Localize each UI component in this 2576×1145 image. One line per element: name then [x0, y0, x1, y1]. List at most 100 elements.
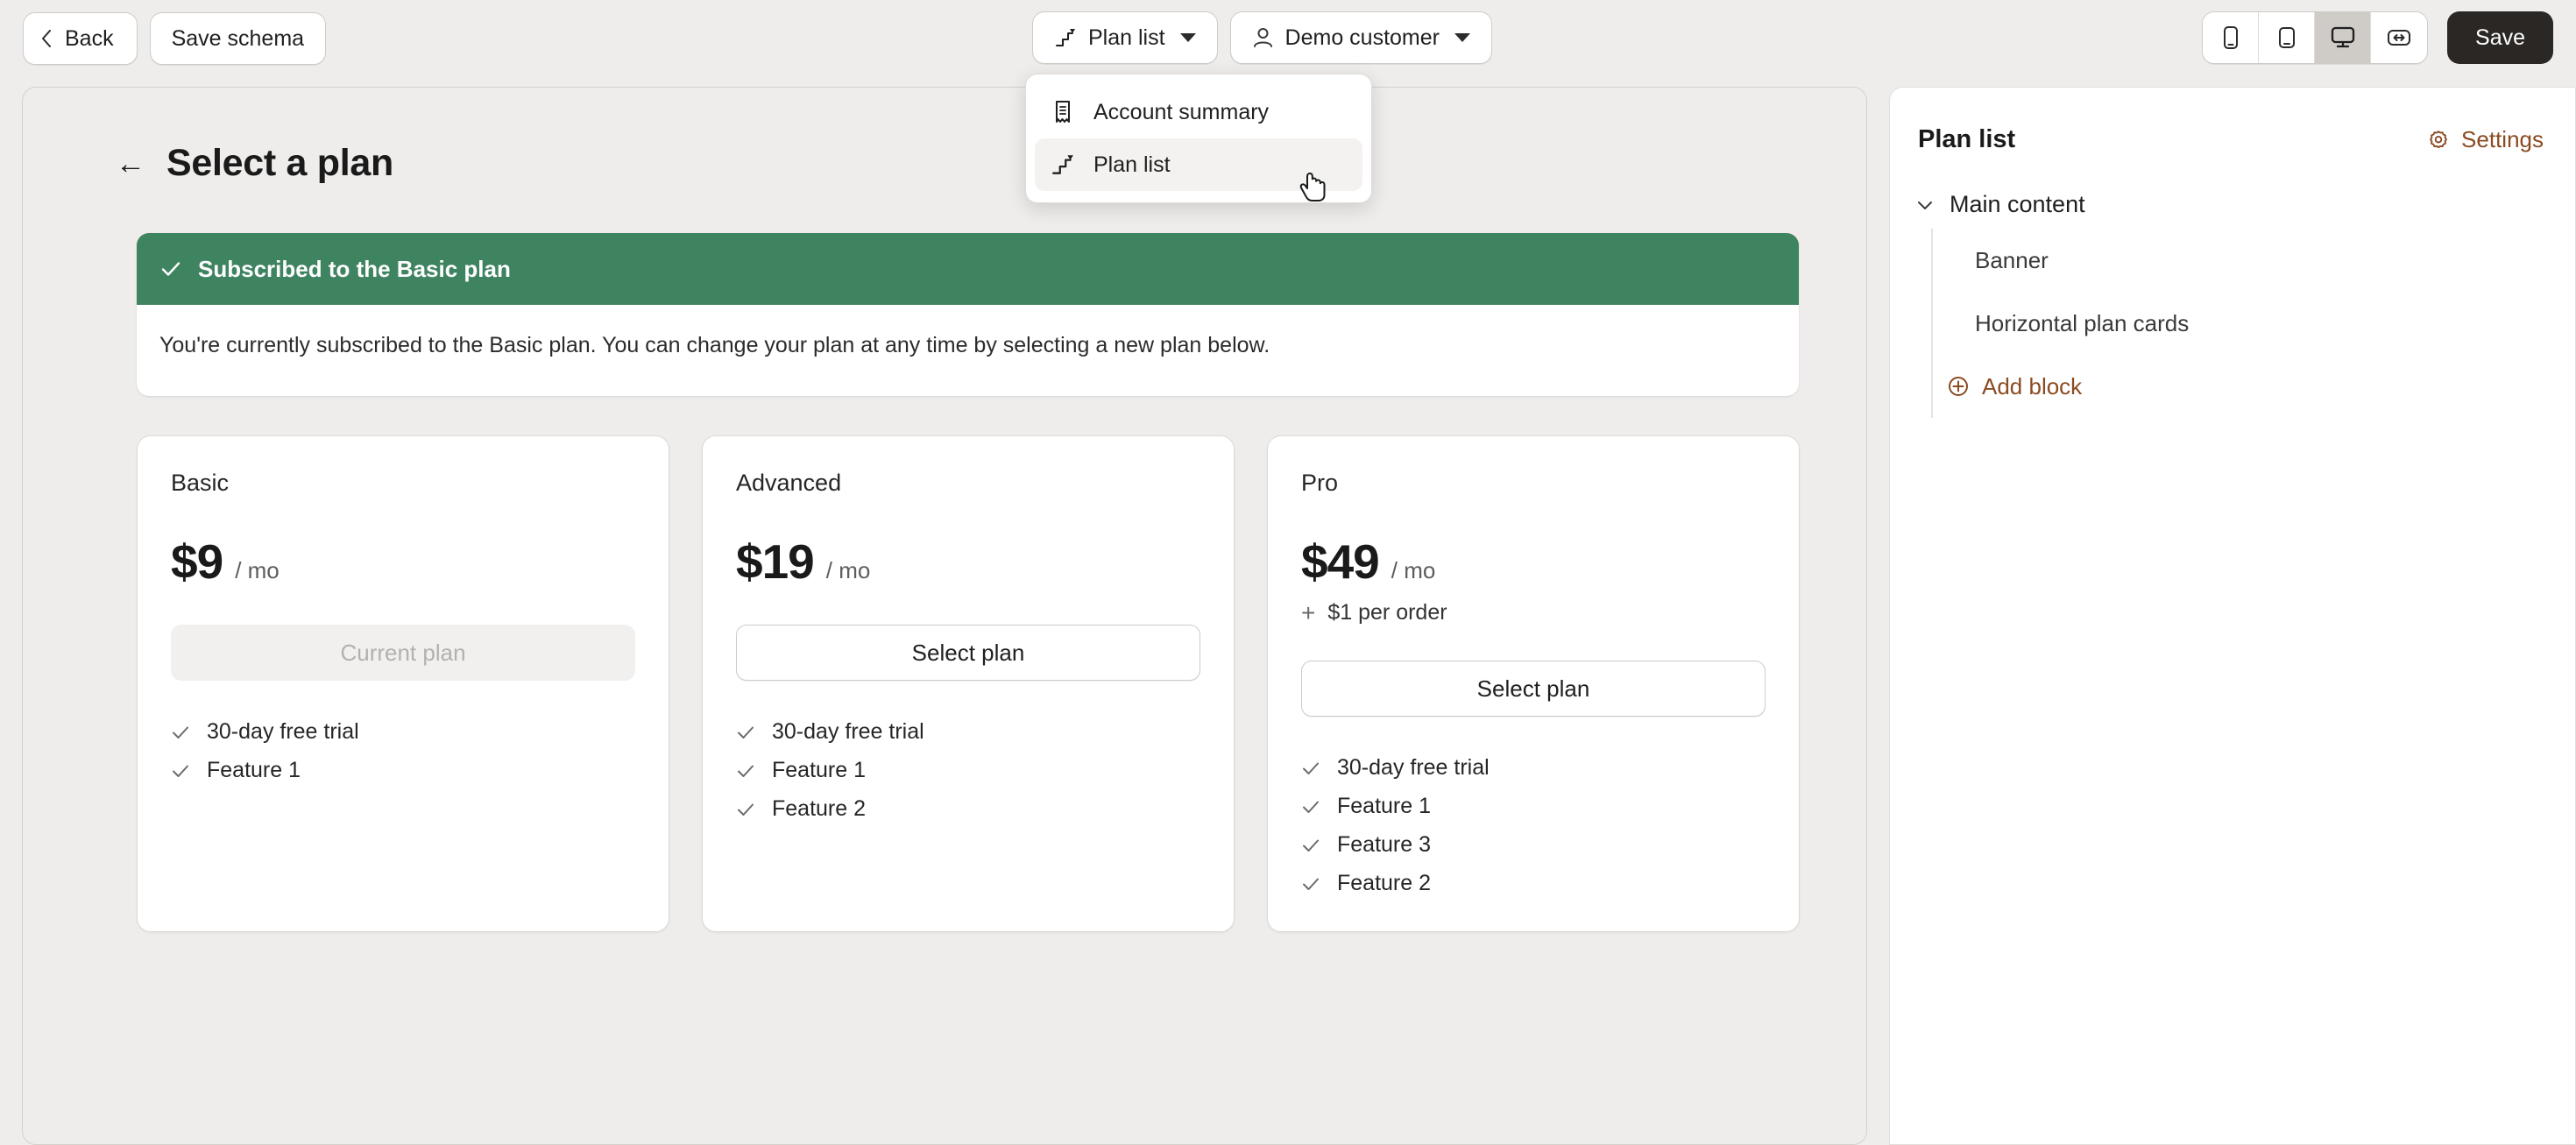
receipt-icon [1051, 99, 1075, 125]
save-schema-button[interactable]: Save schema [150, 12, 326, 65]
sidebar-header: Plan list Settings [1890, 88, 2575, 154]
plan-name: Advanced [736, 470, 1200, 497]
tree-item-label: Horizontal plan cards [1975, 310, 2189, 337]
toolbar-center-group: Plan list Demo customer [1032, 11, 1492, 64]
page-selector-button[interactable]: Plan list [1032, 11, 1218, 64]
check-icon [1301, 836, 1320, 855]
banner-header: Subscribed to the Basic plan [137, 233, 1799, 305]
plan-price-row: $9 / mo [171, 534, 635, 590]
plan-cta-button[interactable]: Select plan [736, 625, 1200, 681]
menu-item-account-summary[interactable]: Account summary [1035, 86, 1362, 138]
plan-feature-label: Feature 1 [207, 758, 301, 783]
check-icon [736, 723, 755, 742]
check-icon [1301, 759, 1320, 778]
plus-circle-icon [1947, 375, 1970, 398]
device-toggle-mobile[interactable] [2203, 12, 2259, 63]
plan-feature: Feature 1 [736, 758, 1200, 783]
plan-feature: 30-day free trial [736, 719, 1200, 745]
plan-feature-label: Feature 2 [772, 796, 866, 822]
block-tree-sidebar: Plan list Settings Main content Banner H… [1889, 87, 2576, 1145]
plan-feature: Feature 2 [736, 796, 1200, 822]
plan-feature: Feature 2 [1301, 871, 1766, 896]
plan-feature: Feature 1 [1301, 794, 1766, 819]
plan-card-pro: Pro $49 / mo + $1 per order Select plan … [1267, 435, 1800, 932]
plus-icon: + [1301, 601, 1315, 626]
plan-price-row: $19 / mo [736, 534, 1200, 590]
add-block-button[interactable]: Add block [1947, 355, 2575, 418]
plan-feature-list: 30-day free trial Feature 1 Feature 3 Fe… [1301, 755, 1766, 896]
plan-feature-list: 30-day free trial Feature 1 Feature 2 [736, 719, 1200, 822]
plan-cta-button: Current plan [171, 625, 635, 681]
page-title: Select a plan [166, 142, 393, 185]
plan-price-row: $49 / mo [1301, 534, 1766, 590]
plan-feature-label: Feature 1 [772, 758, 866, 783]
stairs-icon [1051, 152, 1075, 177]
device-toggle-fullwidth[interactable] [2371, 12, 2427, 63]
plan-name: Basic [171, 470, 635, 497]
plan-cta-button[interactable]: Select plan [1301, 661, 1766, 717]
menu-item-label: Account summary [1093, 100, 1269, 125]
sidebar-title: Plan list [1918, 125, 2015, 154]
plan-price-period: / mo [1391, 557, 1436, 584]
chevron-down-icon [1180, 33, 1196, 42]
check-icon [736, 800, 755, 819]
check-icon [1301, 874, 1320, 894]
save-schema-label: Save schema [172, 26, 304, 52]
customer-selector-button[interactable]: Demo customer [1230, 11, 1492, 64]
back-arrow-icon[interactable]: ← [116, 149, 145, 179]
check-icon [1301, 797, 1320, 816]
check-icon [159, 258, 182, 280]
save-button[interactable]: Save [2447, 11, 2553, 64]
tree-item-banner[interactable]: Banner [1975, 229, 2575, 292]
plan-cards-row: Basic $9 / mo Current plan 30-day free t… [137, 435, 1866, 932]
device-preview-toggle-group [2202, 11, 2428, 64]
plan-feature: 30-day free trial [1301, 755, 1766, 781]
toolbar-right-group: Save [2202, 11, 2553, 64]
back-button[interactable]: Back [23, 12, 138, 65]
tree-item-label: Banner [1975, 247, 2049, 274]
tree-group-main-content[interactable]: Main content [1909, 191, 2575, 218]
check-icon [736, 761, 755, 781]
plan-feature: 30-day free trial [171, 719, 635, 745]
save-button-label: Save [2475, 25, 2525, 51]
gear-icon [2427, 129, 2450, 152]
plan-price-period: / mo [235, 557, 280, 584]
device-toggle-tablet[interactable] [2259, 12, 2315, 63]
page-selector-label: Plan list [1088, 25, 1165, 51]
sidebar-settings-link[interactable]: Settings [2427, 126, 2544, 153]
menu-item-plan-list[interactable]: Plan list [1035, 138, 1362, 191]
plan-feature-label: Feature 1 [1337, 794, 1431, 819]
plan-feature: Feature 1 [171, 758, 635, 783]
check-icon [171, 761, 190, 781]
chevron-left-icon [40, 28, 53, 49]
plan-cta-label: Select plan [1477, 675, 1590, 703]
menu-item-label: Plan list [1093, 152, 1171, 178]
customer-selector-label: Demo customer [1285, 25, 1440, 51]
plan-price: $9 [171, 534, 223, 590]
toolbar-left-group: Back Save schema [23, 12, 326, 65]
plan-feature: Feature 3 [1301, 832, 1766, 858]
check-icon [171, 723, 190, 742]
plan-price: $49 [1301, 534, 1379, 590]
tree-children-list: Banner Horizontal plan cards Add block [1931, 229, 2575, 418]
back-button-label: Back [65, 26, 114, 52]
tree-item-horizontal-plan-cards[interactable]: Horizontal plan cards [1975, 292, 2575, 355]
plan-card-advanced: Advanced $19 / mo Select plan 30-day fre… [702, 435, 1235, 932]
stairs-icon [1054, 26, 1077, 49]
add-block-label: Add block [1982, 373, 2082, 400]
plan-feature-label: Feature 2 [1337, 871, 1431, 896]
preview-canvas: ← Select a plan Subscribed to the Basic … [22, 87, 1867, 1145]
page-selector-dropdown-menu: Account summary Plan list [1025, 74, 1372, 203]
banner-body-text: You're currently subscribed to the Basic… [137, 305, 1799, 396]
plan-price: $19 [736, 534, 814, 590]
plan-feature-label: Feature 3 [1337, 832, 1431, 858]
chevron-down-icon [1454, 33, 1470, 42]
sidebar-settings-label: Settings [2461, 126, 2544, 153]
plan-feature-list: 30-day free trial Feature 1 [171, 719, 635, 783]
plan-cta-label: Select plan [912, 640, 1025, 667]
chevron-down-icon[interactable] [1914, 194, 1936, 216]
plan-addon-row: + $1 per order [1301, 600, 1766, 626]
device-toggle-desktop[interactable] [2315, 12, 2371, 63]
top-toolbar: Back Save schema Plan list De [0, 0, 2576, 77]
plan-name: Pro [1301, 470, 1766, 497]
